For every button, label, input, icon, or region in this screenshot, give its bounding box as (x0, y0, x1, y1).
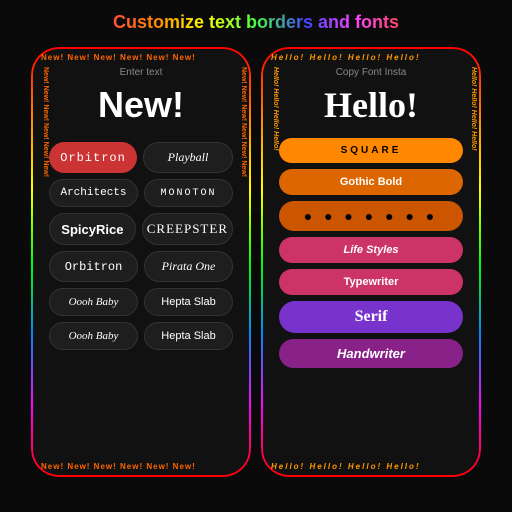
phones-container: New! New! New! New! New! New! New! New! … (0, 41, 512, 483)
border-text-right-phone: Hello! Hello! Hello! Hello! Hello! Hello… (261, 47, 481, 477)
font-btn-hepta-slab-2[interactable]: Hepta Slab (144, 322, 233, 350)
copy-font-label: Copy Font Insta (336, 67, 407, 78)
enter-text-label: Enter text (120, 67, 163, 78)
font-row-5: Oooh Baby Hepta Slab (49, 288, 233, 316)
border-text-left-phone: New! New! New! New! New! New! New! New! … (31, 47, 251, 477)
font-btn-serif[interactable]: Serif (279, 301, 463, 333)
border-text-bottom-left: New! New! New! New! New! New! (41, 462, 241, 471)
font-btn-handwriter[interactable]: Handwriter (279, 339, 463, 368)
border-text-bottom-right: Hello! Hello! Hello! Hello! (271, 462, 471, 471)
font-buttons-grid-left: Orbitron Playball Architects MONOTON Spi… (49, 142, 233, 350)
font-btn-typewriter[interactable]: Typewriter (279, 269, 463, 295)
font-row-2: Architects MONOTON (49, 179, 233, 207)
font-btn-ooh-baby-2[interactable]: Oooh Baby (49, 322, 138, 350)
font-row-1: Orbitron Playball (49, 142, 233, 173)
font-btn-spicyrice[interactable]: SpicyRice (49, 213, 136, 245)
font-btn-life-styles[interactable]: Life Styles (279, 237, 463, 263)
font-btn-pirata[interactable]: Pirata One (144, 251, 233, 282)
border-text-top-left: New! New! New! New! New! New! (41, 53, 241, 62)
main-text-display-right: Hello! (324, 84, 418, 126)
border-text-side-left: New! New! New! New! New! New! (35, 67, 49, 457)
font-btn-playball[interactable]: Playball (143, 142, 233, 173)
font-btn-dots[interactable]: ● ● ● ● ● ● ● (279, 201, 463, 231)
font-btn-orbitron[interactable]: Orbitron (49, 142, 137, 173)
phone-right-content: Copy Font Insta Hello! SQUARE Gothic Bol… (261, 47, 481, 477)
font-btn-ooh-baby-1[interactable]: Oooh Baby (49, 288, 138, 316)
font-row-4: Orbitron Pirata One (49, 251, 233, 282)
page-header: Customize text borders and fonts (105, 0, 407, 41)
border-text-side-right: New! New! New! New! New! New! (233, 67, 247, 457)
phone-right: Hello! Hello! Hello! Hello! Hello! Hello… (261, 47, 481, 477)
main-text-display-left: New! (98, 84, 184, 126)
phone-left: New! New! New! New! New! New! New! New! … (31, 47, 251, 477)
border-text-side-right-r: Hello! Hello! Hello! Hello! (463, 67, 477, 457)
page-title: Customize text borders and fonts (105, 0, 407, 41)
font-btn-hepta-slab-1[interactable]: Hepta Slab (144, 288, 233, 316)
font-btn-gothic-bold[interactable]: Gothic Bold (279, 169, 463, 195)
right-font-buttons: SQUARE Gothic Bold ● ● ● ● ● ● ● Life St… (279, 138, 463, 368)
border-text-side-left-r: Hello! Hello! Hello! Hello! (265, 67, 279, 457)
font-btn-square[interactable]: SQUARE (279, 138, 463, 163)
font-row-6: Oooh Baby Hepta Slab (49, 322, 233, 350)
font-row-3: SpicyRice CREEPSTER (49, 213, 233, 245)
font-btn-architects[interactable]: Architects (49, 179, 138, 207)
font-btn-orbitron2[interactable]: Orbitron (49, 251, 138, 282)
font-btn-monoton[interactable]: MONOTON (144, 179, 233, 207)
phone-left-content: Enter text New! Orbitron Playball Archit… (31, 47, 251, 477)
font-btn-creepster[interactable]: CREEPSTER (142, 213, 233, 245)
border-text-top-right: Hello! Hello! Hello! Hello! (271, 53, 471, 62)
